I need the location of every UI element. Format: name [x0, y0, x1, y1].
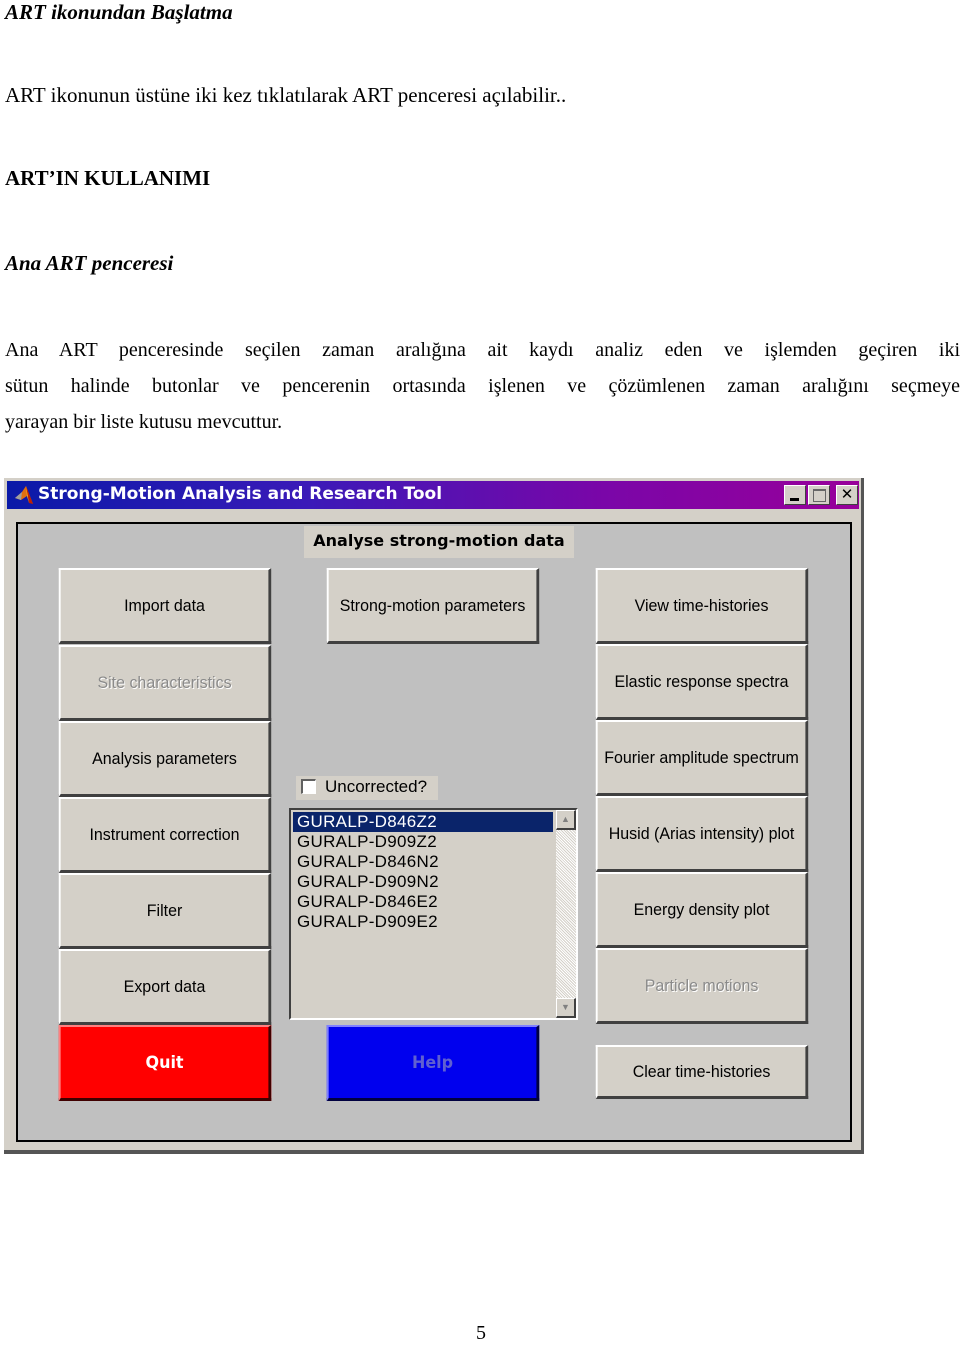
maximize-button[interactable]: [808, 485, 830, 505]
site-characteristics-button[interactable]: Site characteristics: [58, 645, 272, 721]
clear-time-histories-button[interactable]: Clear time-histories: [595, 1045, 809, 1099]
description-paragraph: Ana ART penceresinde seçilen zaman aralı…: [5, 332, 960, 440]
help-button[interactable]: Help: [326, 1025, 540, 1101]
checkbox-label: Uncorrected?: [325, 777, 428, 796]
paragraph-line: yarayan bir liste kutusu mevcuttur.: [5, 411, 283, 433]
intro-paragraph: ART ikonunun üstüne iki kez tıklatılarak…: [5, 83, 567, 107]
husid-plot-button[interactable]: Husid (Arias intensity) plot: [595, 796, 809, 872]
record-listbox[interactable]: GURALP-D846Z2 GURALP-D909Z2 GURALP-D846N…: [289, 808, 578, 1020]
analysis-parameters-button[interactable]: Analysis parameters: [58, 721, 272, 797]
subsection-heading-main-window: Ana ART penceresi: [5, 251, 174, 275]
scroll-up-arrow-icon[interactable]: ▲: [556, 810, 576, 830]
minimize-button[interactable]: [784, 485, 806, 505]
filter-button[interactable]: Filter: [58, 873, 272, 949]
fourier-amplitude-spectrum-button[interactable]: Fourier amplitude spectrum: [595, 720, 809, 796]
strong-motion-parameters-button[interactable]: Strong-motion parameters: [326, 568, 540, 644]
paragraph-line: sütun halinde butonlar ve pencerenin ort…: [5, 375, 960, 397]
list-item[interactable]: GURALP-D909Z2: [293, 832, 553, 852]
main-panel: Analyse strong-motion data Import data S…: [16, 522, 852, 1142]
matlab-icon: [15, 486, 33, 504]
export-data-button[interactable]: Export data: [58, 949, 272, 1025]
import-data-button[interactable]: Import data: [58, 568, 272, 644]
panel-title: Analyse strong-motion data: [304, 526, 574, 558]
quit-button[interactable]: Quit: [58, 1025, 272, 1101]
window-title: Strong-Motion Analysis and Research Tool: [38, 484, 443, 504]
close-icon: ✕: [840, 485, 854, 503]
paragraph-line: Ana ART penceresinde seçilen zaman aralı…: [5, 339, 960, 361]
checkbox-box[interactable]: [301, 779, 316, 794]
listbox-items: GURALP-D846Z2 GURALP-D909Z2 GURALP-D846N…: [293, 812, 553, 932]
section-heading-usage: ART’IN KULLANIMI: [5, 166, 211, 190]
window-titlebar[interactable]: Strong-Motion Analysis and Research Tool…: [7, 481, 859, 509]
list-item[interactable]: GURALP-D909E2: [293, 912, 553, 932]
energy-density-plot-button[interactable]: Energy density plot: [595, 872, 809, 948]
list-item[interactable]: GURALP-D846E2: [293, 892, 553, 912]
list-item[interactable]: GURALP-D909N2: [293, 872, 553, 892]
list-item[interactable]: GURALP-D846N2: [293, 852, 553, 872]
instrument-correction-button[interactable]: Instrument correction: [58, 797, 272, 873]
scroll-down-arrow-icon[interactable]: ▼: [556, 998, 576, 1018]
page-number: 5: [476, 1322, 486, 1344]
minimize-icon: [790, 498, 799, 501]
section-heading-starting: ART ikonundan Başlatma: [5, 0, 233, 24]
elastic-response-spectra-button[interactable]: Elastic response spectra: [595, 644, 809, 720]
maximize-icon: [813, 489, 826, 502]
particle-motions-button[interactable]: Particle motions: [595, 948, 809, 1024]
close-button[interactable]: ✕: [836, 485, 858, 505]
listbox-scrollbar[interactable]: ▲ ▼: [556, 810, 576, 1018]
uncorrected-checkbox[interactable]: Uncorrected?: [296, 776, 438, 800]
art-application-window: Strong-Motion Analysis and Research Tool…: [4, 478, 864, 1154]
list-item-selected[interactable]: GURALP-D846Z2: [293, 812, 553, 832]
view-time-histories-button[interactable]: View time-histories: [595, 568, 809, 644]
